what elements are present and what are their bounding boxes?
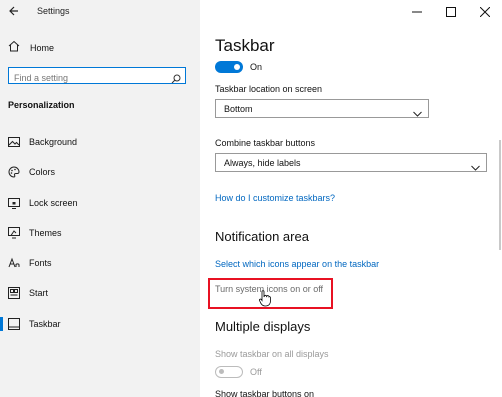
show-all-displays-state: Off — [250, 367, 262, 377]
selection-indicator — [0, 317, 3, 331]
sidebar-item-themes[interactable]: Themes — [0, 221, 200, 245]
sidebar-item-colors[interactable]: Colors — [0, 160, 200, 184]
page-title: Taskbar — [215, 36, 275, 55]
combine-dropdown[interactable]: Always, hide labels — [215, 153, 487, 172]
brush-icon — [8, 227, 20, 239]
search-box[interactable] — [8, 67, 186, 86]
sidebar-item-lock-screen[interactable]: Lock screen — [0, 191, 200, 215]
sidebar-item-taskbar[interactable]: Taskbar — [0, 312, 200, 336]
sidebar-item-label: Colors — [29, 167, 56, 177]
close-button[interactable] — [468, 0, 502, 24]
location-dropdown[interactable]: Bottom — [215, 99, 429, 118]
top-toggle-state: On — [250, 62, 263, 72]
sidebar-item-label: Background — [29, 137, 78, 147]
sidebar-item-fonts[interactable]: Fonts — [0, 251, 200, 275]
sidebar-item-background[interactable]: Background — [0, 130, 200, 154]
back-arrow-icon[interactable] — [8, 4, 20, 18]
maximize-button[interactable] — [434, 0, 468, 24]
main-panel: Taskbar On Taskbar location on screen Bo… — [200, 0, 502, 397]
combine-value: Always, hide labels — [224, 158, 301, 168]
customize-taskbars-link[interactable]: How do I customize taskbars? — [215, 193, 335, 203]
sidebar-item-label: Lock screen — [29, 198, 78, 208]
window-title: Settings — [37, 6, 70, 16]
show-all-displays-toggle[interactable] — [215, 366, 243, 378]
combine-label: Combine taskbar buttons — [215, 138, 316, 148]
scrollbar-thumb[interactable] — [499, 140, 501, 250]
show-buttons-on-label: Show taskbar buttons on — [215, 389, 315, 397]
start-icon — [8, 287, 20, 299]
sidebar: Settings Home Personalization Background… — [0, 0, 200, 397]
image-icon — [8, 136, 20, 148]
home-label: Home — [30, 43, 55, 53]
home-icon — [8, 39, 20, 57]
sidebar-item-label: Taskbar — [29, 319, 61, 329]
sidebar-item-label: Start — [29, 288, 49, 298]
home-nav-item[interactable]: Home — [8, 40, 54, 56]
chevron-down-icon — [413, 105, 422, 117]
sidebar-item-start[interactable]: Start — [0, 281, 200, 305]
sidebar-item-label: Themes — [29, 228, 62, 238]
location-label: Taskbar location on screen — [215, 84, 323, 94]
font-icon — [8, 257, 20, 269]
window-controls — [400, 0, 502, 24]
section-personalization: Personalization — [8, 100, 75, 110]
lock-screen-icon — [8, 197, 20, 209]
search-icon[interactable] — [171, 71, 181, 84]
notification-area-heading: Notification area — [215, 229, 309, 244]
top-toggle-switch[interactable] — [215, 61, 243, 73]
multiple-displays-heading: Multiple displays — [215, 319, 311, 334]
location-value: Bottom — [224, 104, 253, 114]
palette-icon — [8, 166, 20, 178]
search-input[interactable] — [9, 70, 164, 86]
show-all-displays-label: Show taskbar on all displays — [215, 349, 329, 359]
select-icons-link[interactable]: Select which icons appear on the taskbar — [215, 259, 379, 269]
taskbar-icon — [8, 318, 20, 330]
minimize-button[interactable] — [400, 0, 434, 24]
sidebar-item-label: Fonts — [29, 258, 52, 268]
chevron-down-icon — [471, 159, 480, 171]
hand-cursor-icon — [259, 290, 271, 307]
